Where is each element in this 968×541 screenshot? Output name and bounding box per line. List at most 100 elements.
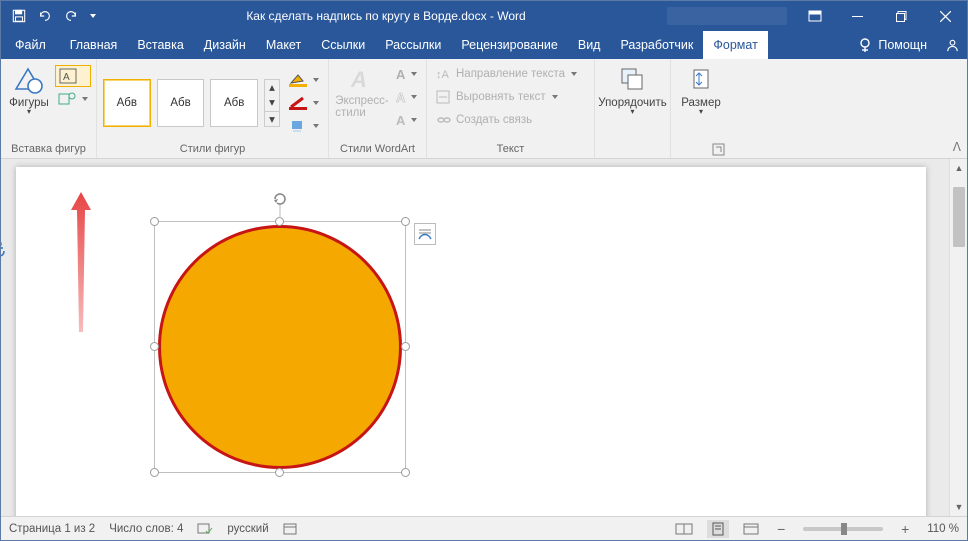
shapes-button[interactable]: Фигуры ▾ <box>7 63 51 118</box>
zoom-slider[interactable] <box>803 527 883 531</box>
tab-review[interactable]: Рецензирование <box>451 31 568 59</box>
size-button[interactable]: Размер ▾ <box>677 63 725 118</box>
gallery-up-button[interactable]: ▴ <box>265 80 279 95</box>
ribbon: Фигуры ▾ A Вставка фигур Абв Абв Абв ▴ ▾… <box>1 59 967 159</box>
window-title: Как сделать надпись по кругу в Ворде.doc… <box>105 9 667 23</box>
web-layout-button[interactable] <box>743 522 759 536</box>
create-link-button[interactable]: Создать связь <box>433 109 588 131</box>
tab-home[interactable]: Главная <box>60 31 128 59</box>
qa-customize-button[interactable] <box>85 2 99 30</box>
print-layout-button[interactable] <box>707 520 729 538</box>
style-gallery-scroll: ▴ ▾ ▾ <box>264 79 280 127</box>
group-insert-shapes: Фигуры ▾ A Вставка фигур <box>1 59 97 158</box>
close-button[interactable] <box>923 1 967 31</box>
zoom-out-button[interactable]: − <box>773 521 789 537</box>
handle-ne[interactable] <box>401 217 410 226</box>
spellcheck-button[interactable] <box>197 522 213 536</box>
shape-format-stack <box>286 69 322 137</box>
zoom-level[interactable]: 110 % <box>927 523 959 535</box>
ribbon-display-options[interactable] <box>795 1 835 31</box>
document-page[interactable] <box>16 167 926 516</box>
word-count[interactable]: Число слов: 4 <box>109 523 183 535</box>
save-button[interactable] <box>7 2 31 30</box>
read-mode-button[interactable] <box>675 522 693 536</box>
group-shape-styles-label: Стили фигур <box>103 142 322 157</box>
tab-insert[interactable]: Вставка <box>127 31 193 59</box>
redo-button[interactable] <box>59 2 83 30</box>
style-sample-3[interactable]: Абв <box>210 79 258 127</box>
text-effects-button[interactable]: A <box>393 109 420 131</box>
zoom-in-button[interactable]: + <box>897 521 913 537</box>
shape-fill-button[interactable] <box>286 69 322 91</box>
wordart-quickstyles-button[interactable]: A Экспресс- стили <box>335 63 389 121</box>
anchor-icon[interactable] <box>1 241 6 257</box>
selection-box <box>154 221 406 473</box>
annotation-arrow <box>66 192 96 332</box>
text-fill-button[interactable]: A <box>393 63 420 85</box>
wordart-quickstyles-label: Экспресс- стили <box>335 95 389 119</box>
rotate-handle[interactable] <box>271 190 289 218</box>
gallery-more-button[interactable]: ▾ <box>265 111 279 126</box>
group-arrange: Упорядочить ▾ <box>595 59 671 158</box>
undo-button[interactable] <box>33 2 57 30</box>
shape-outline-button[interactable] <box>286 92 322 114</box>
group-insert-shapes-label: Вставка фигур <box>7 142 90 157</box>
scroll-thumb[interactable] <box>953 187 965 247</box>
scroll-down-button[interactable]: ▼ <box>950 498 967 516</box>
scroll-up-button[interactable]: ▲ <box>950 159 967 177</box>
window-controls <box>835 1 967 31</box>
group-wordart-styles: A Экспресс- стили A A A Стили WordArt <box>329 59 427 158</box>
tab-view[interactable]: Вид <box>568 31 611 59</box>
app-window: Как сделать надпись по кругу в Ворде.doc… <box>0 0 968 541</box>
tab-file[interactable]: Файл <box>1 31 60 59</box>
svg-text:A: A <box>63 72 70 83</box>
zoom-slider-knob[interactable] <box>841 523 847 535</box>
group-text: ↕AНаправление текста Выровнять текст Соз… <box>427 59 595 158</box>
style-sample-1[interactable]: Абв <box>103 79 151 127</box>
handle-sw[interactable] <box>150 468 159 477</box>
wordart-format-stack: A A A <box>393 63 420 131</box>
collapse-ribbon-button[interactable]: ᐱ <box>953 140 961 154</box>
tab-format[interactable]: Формат <box>703 31 767 59</box>
group-size: Размер ▾ <box>671 59 731 158</box>
share-button[interactable] <box>937 31 967 59</box>
handle-n[interactable] <box>275 217 284 226</box>
handle-se[interactable] <box>401 468 410 477</box>
gallery-down-button[interactable]: ▾ <box>265 95 279 110</box>
tab-design[interactable]: Дизайн <box>194 31 256 59</box>
text-direction-button[interactable]: ↕AНаправление текста <box>433 63 588 85</box>
vertical-scrollbar[interactable]: ▲ ▼ <box>949 159 967 516</box>
layout-options-button[interactable] <box>414 223 436 245</box>
quick-access-toolbar <box>1 2 105 30</box>
edit-shape-button[interactable] <box>55 88 91 110</box>
draw-textbox-button[interactable]: A <box>55 65 91 87</box>
ribbon-tabs: Файл Главная Вставка Дизайн Макет Ссылки… <box>1 31 967 59</box>
group-text-label: Текст <box>433 142 588 157</box>
group-shape-styles: Абв Абв Абв ▴ ▾ ▾ Стили фигур <box>97 59 329 158</box>
page-count[interactable]: Страница 1 из 2 <box>9 523 95 535</box>
maximize-button[interactable] <box>879 1 923 31</box>
align-text-button[interactable]: Выровнять текст <box>433 86 588 108</box>
svg-text:A: A <box>350 67 367 92</box>
macro-button[interactable] <box>283 522 297 536</box>
handle-s[interactable] <box>275 468 284 477</box>
style-sample-2[interactable]: Абв <box>157 79 205 127</box>
page-area[interactable] <box>1 159 949 516</box>
language-button[interactable]: русский <box>227 523 268 535</box>
handle-e[interactable] <box>401 342 410 351</box>
account-area[interactable] <box>667 7 787 25</box>
tab-layout[interactable]: Макет <box>256 31 311 59</box>
tell-me-button[interactable]: Помощн <box>848 31 937 59</box>
handle-w[interactable] <box>150 342 159 351</box>
tab-references[interactable]: Ссылки <box>311 31 375 59</box>
handle-nw[interactable] <box>150 217 159 226</box>
tell-me-label: Помощн <box>878 38 927 52</box>
title-bar: Как сделать надпись по кругу в Ворде.doc… <box>1 1 967 31</box>
arrange-button[interactable]: Упорядочить ▾ <box>594 63 670 118</box>
text-outline-button[interactable]: A <box>393 86 420 108</box>
minimize-button[interactable] <box>835 1 879 31</box>
tab-mailings[interactable]: Рассылки <box>375 31 451 59</box>
tab-developer[interactable]: Разработчик <box>610 31 703 59</box>
shape-effects-button[interactable] <box>286 115 322 137</box>
size-launcher[interactable] <box>712 143 725 156</box>
